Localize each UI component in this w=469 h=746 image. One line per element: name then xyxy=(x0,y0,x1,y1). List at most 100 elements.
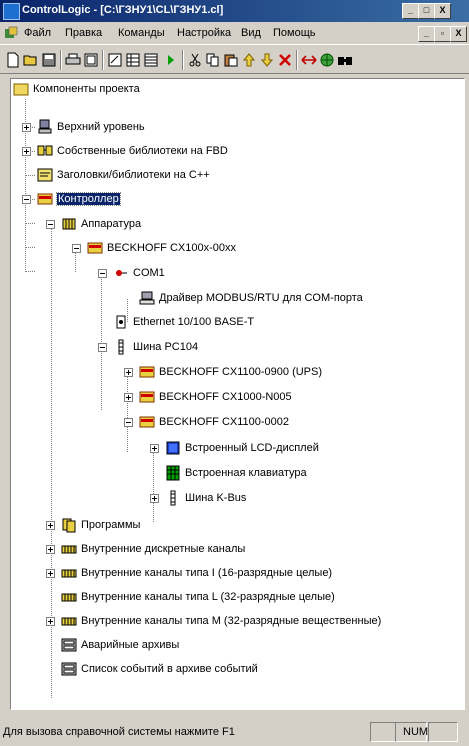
ethernet-icon xyxy=(113,314,129,330)
copy-icon[interactable] xyxy=(204,51,222,69)
device-icon xyxy=(139,364,155,380)
child-close-button[interactable]: X xyxy=(450,26,467,42)
tree-node-label: Программы xyxy=(81,519,141,531)
menu-view[interactable]: Вид xyxy=(241,27,261,39)
collapse-icon[interactable] xyxy=(22,195,31,204)
expand-icon[interactable] xyxy=(46,521,55,530)
expand-icon[interactable] xyxy=(22,147,31,156)
header-icon xyxy=(37,167,53,183)
collapse-icon[interactable] xyxy=(46,220,55,229)
properties-icon[interactable] xyxy=(106,51,124,69)
paste-icon[interactable] xyxy=(222,51,240,69)
tree-node-label: Собственные библиотеки на FBD xyxy=(57,145,228,157)
channel-icon xyxy=(61,589,77,605)
toolbar-separator xyxy=(182,50,184,70)
tree-node-label: Список событий в архиве событий xyxy=(81,663,258,675)
menu-commands[interactable]: Команды xyxy=(118,27,165,39)
controller-icon xyxy=(37,191,53,207)
collapse-icon[interactable] xyxy=(124,418,133,427)
toolbar xyxy=(0,44,469,74)
collapse-icon[interactable] xyxy=(98,343,107,352)
tree-node-label: BECKHOFF CX1100-0900 (UPS) xyxy=(159,366,323,378)
expand-icon[interactable] xyxy=(124,368,133,377)
tree-node-label: Внутренние каналы типа L (32-разрядные ц… xyxy=(81,591,335,603)
project-tree[interactable]: Компоненты проекта Верхний уровень Собстве… xyxy=(10,78,465,710)
tree-node-label: BECKHOFF CX100x-00xx xyxy=(107,242,236,254)
tree-node-label: Внутренние дискретные каналы xyxy=(81,543,246,555)
tree-node-label: Встроенный LCD-дисплей xyxy=(185,442,319,454)
menu-help[interactable]: Помощь xyxy=(273,27,316,39)
status-text: Для вызова справочной системы нажмите F1 xyxy=(3,726,235,738)
tree-node-label: Заголовки/библиотеки на C++ xyxy=(57,169,210,181)
channel-icon xyxy=(61,613,77,629)
child-restore-button[interactable]: ▫ xyxy=(434,26,451,42)
tree-node-label: Драйвер MODBUS/RTU для COM-порта xyxy=(159,292,363,304)
expand-icon[interactable] xyxy=(22,123,31,132)
close-button[interactable]: X xyxy=(434,3,451,19)
channel-icon xyxy=(61,565,77,581)
tree-node-label: COM1 xyxy=(133,267,165,279)
tree-node-label: Внутренние каналы типа I (16-разрядные ц… xyxy=(81,567,333,579)
expand-icon[interactable] xyxy=(46,545,55,554)
expand-icon[interactable] xyxy=(46,617,55,626)
archive-icon xyxy=(61,661,77,677)
tree-node-label: Ethernet 10/100 BASE-T xyxy=(133,316,255,328)
child-minimize-button[interactable]: _ xyxy=(418,26,435,42)
tree-node-label: Компоненты проекта xyxy=(33,83,140,95)
num-indicator: NUM xyxy=(403,726,429,738)
status-panel-num: NUM xyxy=(395,722,429,742)
tree-node-label: Шина PC104 xyxy=(133,341,199,353)
com-port-icon xyxy=(113,265,129,281)
new-file-icon[interactable] xyxy=(4,51,22,69)
archive-icon xyxy=(61,637,77,653)
toolbar-separator xyxy=(296,50,298,70)
find-icon[interactable] xyxy=(336,51,354,69)
tree-node-label: BECKHOFF CX1100-0002 xyxy=(159,416,290,428)
status-bar: Для вызова справочной системы нажмите F1… xyxy=(0,714,469,746)
collapse-icon[interactable] xyxy=(98,269,107,278)
view-icon[interactable] xyxy=(82,51,100,69)
table-icon[interactable] xyxy=(142,51,160,69)
title-bar[interactable]: ControlLogic - [C:\ГЗНУ1\CL\ГЗНУ1.cl] _ … xyxy=(0,0,469,22)
globe-icon[interactable] xyxy=(318,51,336,69)
minimize-button[interactable]: _ xyxy=(402,3,419,19)
bus-icon xyxy=(113,339,129,355)
expand-icon[interactable] xyxy=(124,393,133,402)
save-icon[interactable] xyxy=(40,51,58,69)
document-menu-icon[interactable] xyxy=(4,26,18,40)
tree-node-label: Внутренние каналы типа М (32-разрядные в… xyxy=(81,615,382,627)
keyboard-icon xyxy=(165,465,181,481)
menu-settings[interactable]: Настройка xyxy=(177,27,231,39)
expand-icon[interactable] xyxy=(150,494,159,503)
delete-icon[interactable] xyxy=(276,51,294,69)
menu-file[interactable]: Файл xyxy=(24,27,51,39)
link-icon[interactable] xyxy=(300,51,318,69)
folder-icon xyxy=(13,81,29,97)
toolbar-separator xyxy=(102,50,104,70)
expand-icon[interactable] xyxy=(46,569,55,578)
collapse-icon[interactable] xyxy=(72,244,81,253)
channel-icon xyxy=(61,541,77,557)
print-icon[interactable] xyxy=(64,51,82,69)
tree-node-label: Контроллер xyxy=(56,192,121,206)
open-folder-icon[interactable] xyxy=(22,51,40,69)
toolbar-separator xyxy=(60,50,62,70)
app-icon xyxy=(3,3,20,20)
expand-icon[interactable] xyxy=(150,444,159,453)
tree-node-label: Аппаратура xyxy=(81,218,142,230)
computer-icon xyxy=(37,119,53,135)
tree-node-label: Шина K-Bus xyxy=(185,492,247,504)
maximize-button[interactable]: □ xyxy=(418,3,435,19)
menu-edit[interactable]: Правка xyxy=(65,27,102,39)
status-panel-scroll xyxy=(428,722,458,742)
tree-node-label: BECKHOFF CX1000-N005 xyxy=(159,391,292,403)
move-up-icon[interactable] xyxy=(240,51,258,69)
tree-node-label: Верхний уровень xyxy=(57,121,145,133)
device-icon xyxy=(139,414,155,430)
run-icon[interactable] xyxy=(162,51,180,69)
grid-icon[interactable] xyxy=(124,51,142,69)
device-icon xyxy=(139,389,155,405)
driver-icon xyxy=(139,290,155,306)
cut-icon[interactable] xyxy=(186,51,204,69)
move-down-icon[interactable] xyxy=(258,51,276,69)
